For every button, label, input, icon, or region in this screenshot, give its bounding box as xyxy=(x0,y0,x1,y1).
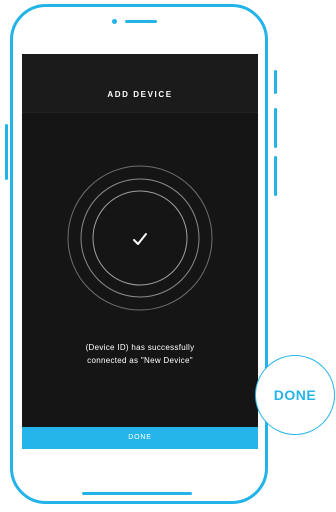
inner-ring xyxy=(92,190,188,286)
phone-camera-dot xyxy=(112,19,117,24)
done-callout-badge: DONE xyxy=(255,355,335,435)
phone-left-side-button xyxy=(5,124,8,180)
success-message: (Device ID) has successfully connected a… xyxy=(85,343,195,365)
phone-right-side-button-3 xyxy=(274,156,277,196)
phone-right-side-button-1 xyxy=(274,70,277,94)
phone-home-indicator xyxy=(82,492,192,495)
phone-right-side-button-2 xyxy=(274,108,277,148)
checkmark-icon xyxy=(133,233,147,245)
middle-ring xyxy=(80,178,200,298)
phone-speaker-bar xyxy=(125,20,157,23)
done-button[interactable]: DONE xyxy=(22,427,258,449)
outer-ring xyxy=(67,165,213,311)
app-screen: ADD DEVICE (Device ID) has successfully … xyxy=(22,54,258,449)
screen-header: ADD DEVICE xyxy=(22,54,258,113)
mockup-canvas: ADD DEVICE (Device ID) has successfully … xyxy=(0,0,336,512)
success-indicator xyxy=(67,165,213,311)
page-title: ADD DEVICE xyxy=(107,90,173,99)
